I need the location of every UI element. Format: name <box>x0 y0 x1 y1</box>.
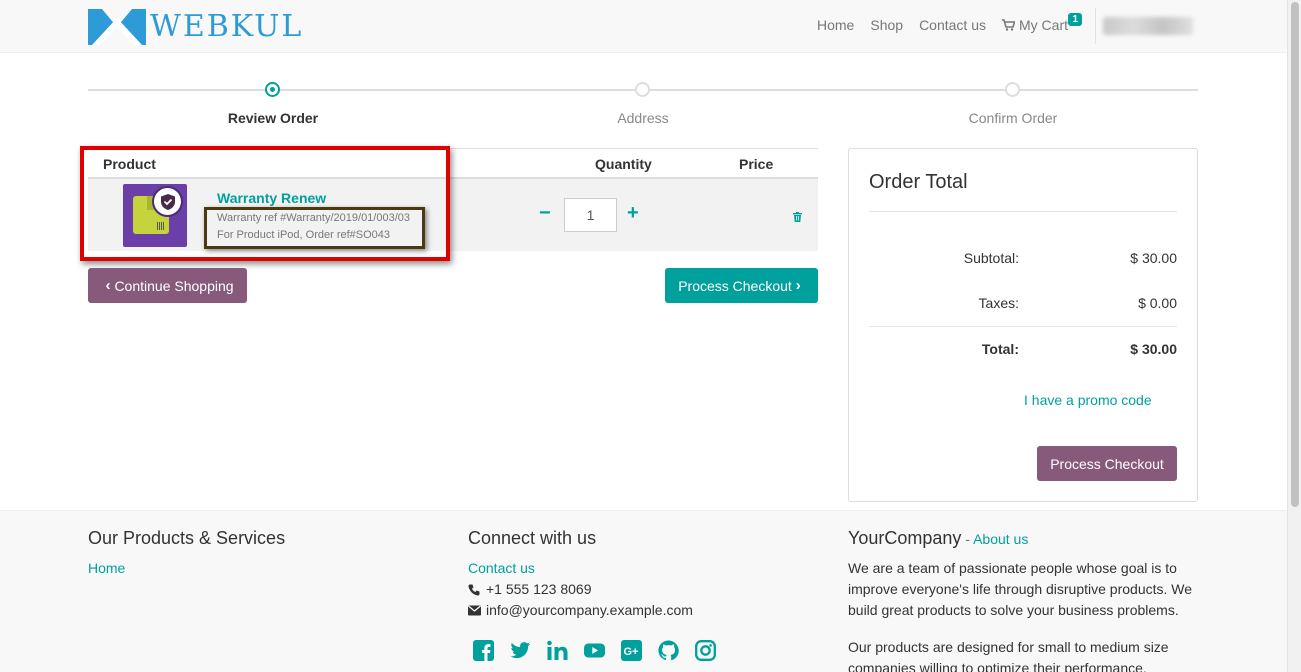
footer-contact-link[interactable]: Contact us <box>468 558 716 579</box>
step-dot-confirm-order <box>1005 82 1020 97</box>
cart-label: My Cart <box>1019 17 1068 33</box>
cart-table-header: Product Quantity Price <box>88 148 818 179</box>
phone-icon <box>468 584 486 596</box>
user-menu-blurred[interactable] <box>1103 17 1193 35</box>
envelope-icon <box>468 605 486 616</box>
webkul-logo[interactable]: WEBKUL <box>88 9 303 45</box>
my-cart-link[interactable]: My Cart 1 <box>1002 13 1082 33</box>
order-total-panel: Order Total Subtotal: $ 30.00 Taxes: $ 0… <box>848 148 1198 502</box>
footer-phone: +1 555 123 8069 <box>468 579 716 600</box>
footer-connect-column: Connect with us Contact us +1 555 123 80… <box>468 528 716 661</box>
quantity-input[interactable] <box>564 198 617 232</box>
continue-shopping-label: Continue Shopping <box>114 277 234 294</box>
shield-check-icon <box>154 188 181 215</box>
product-description: Warranty ref #Warranty/2019/01/003/03 Fo… <box>217 210 410 244</box>
panel-process-checkout-button[interactable]: Process Checkout <box>1037 446 1177 481</box>
main-nav: Home Shop Contact us My Cart 1 <box>817 13 1082 33</box>
nav-shop[interactable]: Shop <box>870 17 903 33</box>
table-row: Warranty Renew Warranty ref #Warranty/20… <box>88 179 818 251</box>
col-product: Product <box>103 156 156 172</box>
taxes-label: Taxes: <box>978 295 1019 311</box>
continue-shopping-button[interactable]: ‹ Continue Shopping <box>88 268 247 303</box>
nav-divider <box>1095 8 1096 44</box>
nav-home[interactable]: Home <box>817 17 854 33</box>
cart-table: Product Quantity Price Warranty Renew Wa… <box>88 148 818 251</box>
phone-number: +1 555 123 8069 <box>486 581 592 597</box>
footer-connect-title: Connect with us <box>468 528 597 548</box>
footer-email: info@yourcompany.example.com <box>468 600 716 621</box>
social-links: G+ <box>473 640 716 661</box>
shopping-cart-icon <box>1002 19 1015 31</box>
promo-code-link[interactable]: I have a promo code <box>1024 392 1152 408</box>
google-plus-icon[interactable]: G+ <box>621 640 642 661</box>
step-address: Address <box>617 110 669 126</box>
total-value: $ 30.00 <box>1130 341 1177 357</box>
footer-products-title: Our Products & Services <box>88 528 286 548</box>
quantity-decrease-button[interactable]: − <box>539 203 551 223</box>
footer-company-title: YourCompany - About us <box>848 528 1198 549</box>
subtotal-label: Subtotal: <box>963 250 1019 266</box>
step-dot-address <box>635 82 650 97</box>
facebook-icon[interactable] <box>473 640 494 661</box>
quantity-increase-button[interactable]: + <box>627 203 639 223</box>
warranty-ref-text: Warranty ref #Warranty/2019/01/003/03 <box>217 212 411 224</box>
taxes-value: $ 0.00 <box>1138 295 1177 311</box>
email-address: info@yourcompany.example.com <box>486 602 693 618</box>
footer: Our Products & Services Home Connect wit… <box>0 510 1287 672</box>
linkedin-icon[interactable] <box>547 640 568 661</box>
company-description: We are a team of passionate people whose… <box>848 560 1193 618</box>
company-name: YourCompany <box>848 528 962 548</box>
chevron-right-icon: › <box>795 277 801 294</box>
process-checkout-label: Process Checkout <box>678 277 792 294</box>
youtube-icon[interactable] <box>584 640 605 661</box>
nav-contact-us[interactable]: Contact us <box>919 17 986 33</box>
trash-icon[interactable] <box>793 209 802 225</box>
divider <box>869 326 1177 327</box>
svg-text:G+: G+ <box>624 646 639 658</box>
product-image[interactable] <box>123 184 187 247</box>
footer-products-column: Our Products & Services Home <box>88 528 285 579</box>
footer-home-link[interactable]: Home <box>88 558 285 579</box>
logo-mark-icon <box>88 9 146 45</box>
twitter-icon[interactable] <box>510 640 531 661</box>
cart-count-badge: 1 <box>1068 13 1082 26</box>
top-navbar: WEBKUL Home Shop Contact us My Cart 1 <box>0 0 1287 53</box>
title-separator: - <box>961 531 974 547</box>
total-label: Total: <box>981 341 1019 357</box>
github-icon[interactable] <box>658 640 679 661</box>
company-description-2: Our products are designed for small to m… <box>848 639 1169 672</box>
about-us-link[interactable]: About us <box>973 531 1028 547</box>
product-order-ref-text: For Product iPod, Order ref#SO043 <box>217 229 391 241</box>
step-review-order: Review Order <box>227 110 319 126</box>
divider <box>869 211 1177 212</box>
order-total-title: Order Total <box>869 171 968 193</box>
product-name-link[interactable]: Warranty Renew <box>217 190 326 206</box>
step-dot-review-order <box>265 82 280 97</box>
logo-text: WEBKUL <box>150 9 304 44</box>
scrollbar-thumb[interactable] <box>1291 2 1299 507</box>
process-checkout-button[interactable]: Process Checkout › <box>665 268 818 303</box>
chevron-left-icon: ‹ <box>105 277 111 294</box>
step-confirm-order: Confirm Order <box>968 110 1058 126</box>
footer-company-column: YourCompany - About us We are a team of … <box>848 528 1198 672</box>
vertical-scrollbar[interactable] <box>1287 0 1301 672</box>
instagram-icon[interactable] <box>695 640 716 661</box>
col-price: Price <box>739 156 774 172</box>
col-quantity: Quantity <box>595 156 652 172</box>
subtotal-value: $ 30.00 <box>1130 250 1177 266</box>
